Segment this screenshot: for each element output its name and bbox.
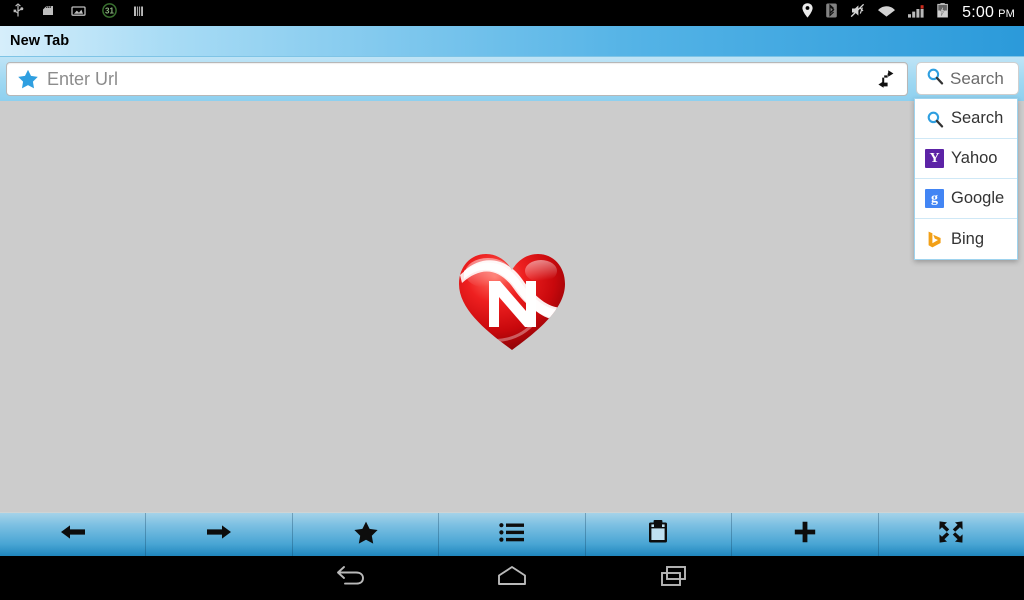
magnifier-icon (925, 109, 944, 128)
browser-title-bar: New Tab (0, 26, 1024, 57)
mute-icon (849, 2, 866, 24)
magnifier-icon (926, 67, 944, 90)
android-back-button[interactable] (269, 556, 431, 600)
fullscreen-button[interactable] (879, 513, 1024, 556)
back-button[interactable] (0, 513, 147, 556)
search-button-label: Search (950, 68, 1004, 88)
bluetooth-icon (825, 2, 838, 24)
list-icon (499, 522, 525, 548)
sd-card-icon (40, 3, 56, 24)
url-bar-strip (0, 57, 1024, 101)
calendar-day-number: 31 (105, 7, 114, 16)
engine-label: Bing (951, 229, 985, 248)
clipboard-icon (647, 519, 669, 550)
android-nav-bar (0, 556, 1024, 600)
engine-item-bing[interactable]: Bing (915, 219, 1017, 259)
search-engine-dropdown[interactable]: Search Y Yahoo g Google Bing (914, 98, 1018, 260)
yahoo-icon: Y (925, 149, 944, 168)
plus-icon (793, 520, 817, 549)
engine-label: Google (951, 189, 1005, 207)
wifi-icon (877, 3, 896, 23)
sim-icon (132, 3, 145, 24)
clock-ampm: PM (998, 8, 1015, 20)
signal-icon (907, 3, 925, 24)
refresh-icon[interactable] (868, 63, 904, 95)
recents-icon (657, 562, 691, 595)
url-input[interactable] (47, 68, 868, 90)
star-icon[interactable] (7, 67, 47, 91)
google-icon: g (925, 189, 944, 208)
heart-n-logo (456, 249, 568, 358)
arrow-left-icon (59, 521, 87, 548)
menu-button[interactable] (439, 513, 586, 556)
url-bar[interactable] (6, 62, 908, 96)
battery-charging-icon (936, 2, 949, 24)
engine-label: Search (951, 109, 1004, 127)
tab-title[interactable]: New Tab (0, 33, 69, 49)
device-screen: 31 5:00 PM New Tab Enter Url Search Sear… (0, 0, 1024, 600)
engine-item-yahoo[interactable]: Y Yahoo (915, 139, 1017, 179)
engine-item-search[interactable]: Search (915, 99, 1017, 139)
expand-icon (938, 520, 964, 549)
bookmarks-button[interactable] (293, 513, 440, 556)
bing-icon (925, 230, 944, 249)
android-recents-button[interactable] (593, 556, 755, 600)
calendar-31-icon: 31 (101, 2, 118, 24)
android-home-button[interactable] (431, 556, 593, 600)
star-icon (353, 520, 379, 550)
location-icon (801, 2, 814, 24)
home-icon (495, 562, 529, 595)
usb-icon (10, 2, 26, 24)
android-status-bar: 31 5:00 PM (0, 0, 1024, 26)
new-tab-button[interactable] (732, 513, 879, 556)
status-bar-right-icons: 5:00 PM (801, 2, 1024, 24)
status-bar-clock: 5:00 PM (960, 4, 1015, 22)
back-arrow-icon (332, 562, 368, 595)
page-content-area (0, 101, 1024, 512)
status-bar-left-icons: 31 (0, 2, 145, 24)
browser-bottom-toolbar (0, 512, 1024, 556)
engine-item-google[interactable]: g Google (915, 179, 1017, 219)
forward-button[interactable] (146, 513, 293, 556)
screenshot-icon (70, 3, 87, 24)
engine-label: Yahoo (951, 149, 998, 167)
search-button[interactable]: Search (916, 62, 1019, 95)
arrow-right-icon (205, 521, 233, 548)
notes-button[interactable] (586, 513, 733, 556)
clock-time: 5:00 (962, 4, 995, 21)
